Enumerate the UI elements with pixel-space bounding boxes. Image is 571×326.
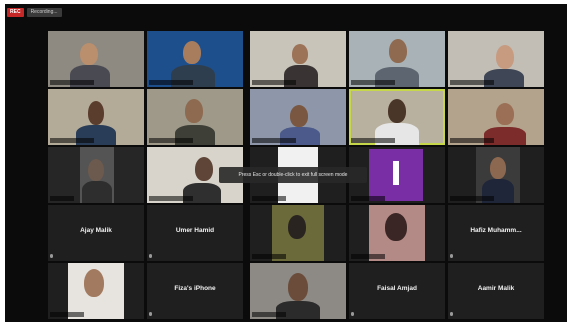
- participant-head: [290, 105, 308, 127]
- name-tag: [149, 138, 193, 143]
- name-tag: [50, 312, 84, 317]
- mic-muted-icon: [149, 312, 152, 316]
- name-tag: [252, 312, 286, 317]
- participant-head: [388, 99, 406, 123]
- name-tag: [252, 196, 286, 201]
- name-tag: [50, 80, 94, 85]
- video-tile[interactable]: [448, 89, 544, 145]
- video-tile-active-speaker[interactable]: [349, 89, 445, 145]
- recording-indicator[interactable]: REC Recording...: [7, 8, 62, 17]
- meeting-gallery-view: REC Recording... Ajay Malik Umer Hamid H…: [5, 4, 567, 322]
- video-tile-off[interactable]: Faisal Amjad: [349, 263, 445, 319]
- video-tile[interactable]: [147, 31, 243, 87]
- video-tile[interactable]: [48, 263, 144, 319]
- video-tile[interactable]: [250, 205, 346, 261]
- participant-name: Aamir Malik: [477, 285, 515, 292]
- participant-name: Umer Hamid: [175, 227, 215, 234]
- name-tag: [351, 196, 385, 201]
- mic-muted-icon: [450, 254, 453, 258]
- rec-badge: REC: [7, 8, 24, 17]
- participant-head: [288, 273, 308, 301]
- participant-head: [88, 159, 104, 181]
- name-tag: [450, 138, 494, 143]
- name-tag: [351, 254, 385, 259]
- participant-head: [183, 41, 201, 64]
- participant-head: [84, 269, 104, 297]
- video-tile[interactable]: [48, 147, 144, 203]
- video-tile-off[interactable]: Hafiz Muhamm...: [448, 205, 544, 261]
- video-tile[interactable]: [147, 89, 243, 145]
- participant-name: Ajay Malik: [80, 227, 112, 234]
- participant-head: [385, 213, 407, 241]
- name-tag: [149, 80, 193, 85]
- video-tile[interactable]: [48, 89, 144, 145]
- participant-head: [80, 43, 98, 65]
- video-tile-off[interactable]: Aamir Malik: [448, 263, 544, 319]
- video-tile[interactable]: [448, 31, 544, 87]
- fullscreen-exit-hint: Press Esc or double-click to exit full s…: [219, 167, 367, 183]
- participant-head: [496, 45, 514, 69]
- rec-label: Recording...: [26, 8, 62, 17]
- participant-name: Hafiz Muhamm...: [470, 227, 522, 234]
- name-tag: [351, 80, 395, 85]
- participant-head: [195, 157, 213, 181]
- video-tile[interactable]: [448, 147, 544, 203]
- mic-muted-icon: [149, 254, 152, 258]
- video-tile[interactable]: [48, 31, 144, 87]
- name-tag: [252, 80, 296, 85]
- mic-muted-icon: [450, 312, 453, 316]
- name-tag: [50, 196, 74, 201]
- name-tag: [450, 80, 494, 85]
- logo-mark: [393, 161, 399, 185]
- participant-head: [490, 157, 506, 179]
- participant-torso: [82, 181, 112, 203]
- participant-name: Faisal Amjad: [377, 285, 417, 292]
- video-tile[interactable]: [349, 31, 445, 87]
- mic-muted-icon: [351, 312, 354, 316]
- video-tile[interactable]: [250, 263, 346, 319]
- participant-head: [389, 39, 407, 63]
- name-tag: [450, 196, 494, 201]
- name-tag: [252, 254, 286, 259]
- participant-head: [288, 215, 306, 239]
- video-tile-off[interactable]: Ajay Malik: [48, 205, 144, 261]
- video-tile[interactable]: [250, 89, 346, 145]
- video-tile-off[interactable]: Umer Hamid: [147, 205, 243, 261]
- mic-muted-icon: [50, 254, 53, 258]
- participant-name: Fiza's iPhone: [174, 285, 216, 292]
- name-tag: [351, 138, 395, 143]
- name-tag: [50, 138, 94, 143]
- participant-head: [88, 101, 104, 125]
- video-tile[interactable]: [250, 31, 346, 87]
- name-tag: [149, 196, 193, 201]
- video-tile[interactable]: [349, 205, 445, 261]
- participant-head: [496, 103, 514, 125]
- participant-head: [292, 44, 308, 64]
- video-tile-off[interactable]: Fiza's iPhone: [147, 263, 243, 319]
- name-tag: [252, 138, 296, 143]
- participant-head: [185, 99, 203, 123]
